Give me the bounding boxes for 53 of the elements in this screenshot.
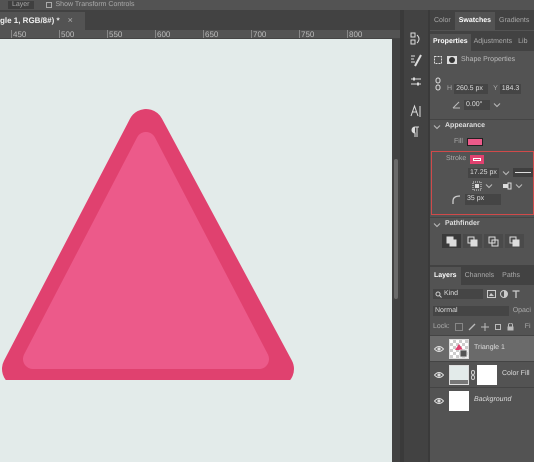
- fill-swatch[interactable]: [466, 138, 483, 146]
- ruler-label: 500: [59, 30, 107, 38]
- ruler-label: 800: [347, 30, 395, 38]
- document-tab[interactable]: gle 1, RGB/8#) * ×: [0, 12, 85, 30]
- adjustment-filter-icon[interactable]: [500, 290, 508, 298]
- chevron-icon[interactable]: [433, 220, 441, 228]
- brush-icon[interactable]: [410, 54, 422, 68]
- artboard-icon[interactable]: [494, 323, 502, 331]
- checkbox[interactable]: [46, 2, 52, 8]
- layer-thumbnail: [449, 364, 469, 384]
- history-icon[interactable]: [410, 32, 422, 46]
- paragraph-icon[interactable]: [411, 126, 421, 138]
- scrollbar[interactable]: [392, 39, 400, 462]
- shape-icon[interactable]: [433, 55, 443, 65]
- dropdown-icon[interactable]: [493, 101, 501, 109]
- pathfinder-icon[interactable]: [505, 234, 524, 248]
- text-filter-icon[interactable]: [512, 290, 520, 298]
- angle-icon: [452, 101, 461, 109]
- pathfinder-icon[interactable]: [442, 234, 461, 248]
- corner-radius-icon: [452, 194, 461, 204]
- move-icon[interactable]: [480, 323, 489, 331]
- ruler-label: 550: [107, 30, 155, 38]
- stroke-align-icon[interactable]: [472, 181, 482, 191]
- ruler-label: 750: [299, 30, 347, 38]
- ruler-label: 650: [203, 30, 251, 38]
- link-icon: [471, 370, 475, 380]
- line-style-dropdown[interactable]: [512, 168, 533, 178]
- character-icon[interactable]: [410, 104, 422, 118]
- sliders-icon[interactable]: [410, 76, 422, 88]
- lock-transparency-icon[interactable]: [454, 323, 463, 331]
- ruler-label: 450: [11, 30, 59, 38]
- layer-thumbnail: [449, 338, 469, 358]
- link-icon[interactable]: [433, 77, 443, 91]
- eye-icon[interactable]: [434, 370, 444, 378]
- close-button[interactable]: ×: [68, 14, 73, 28]
- image-filter-icon[interactable]: [487, 290, 496, 298]
- search-icon: [435, 290, 442, 298]
- pathfinder-icon[interactable]: [463, 234, 482, 248]
- lock-icon[interactable]: [506, 323, 514, 331]
- pathfinder-icon[interactable]: [484, 234, 503, 248]
- eye-icon[interactable]: [434, 396, 444, 404]
- chevron-icon[interactable]: [433, 122, 441, 130]
- cap-style-icon[interactable]: [502, 181, 512, 191]
- brush-icon[interactable]: [468, 323, 476, 331]
- dropdown-icon[interactable]: [485, 182, 493, 190]
- ruler-label: 600: [155, 30, 203, 38]
- document-title: gle 1, RGB/8#) *: [0, 15, 60, 27]
- mask-icon[interactable]: [447, 55, 457, 65]
- stroke-swatch[interactable]: [470, 154, 484, 164]
- layer-thumbnail: [449, 390, 469, 410]
- eye-icon[interactable]: [434, 344, 444, 352]
- mask-thumbnail: [477, 364, 497, 384]
- ruler-label: 700: [251, 30, 299, 38]
